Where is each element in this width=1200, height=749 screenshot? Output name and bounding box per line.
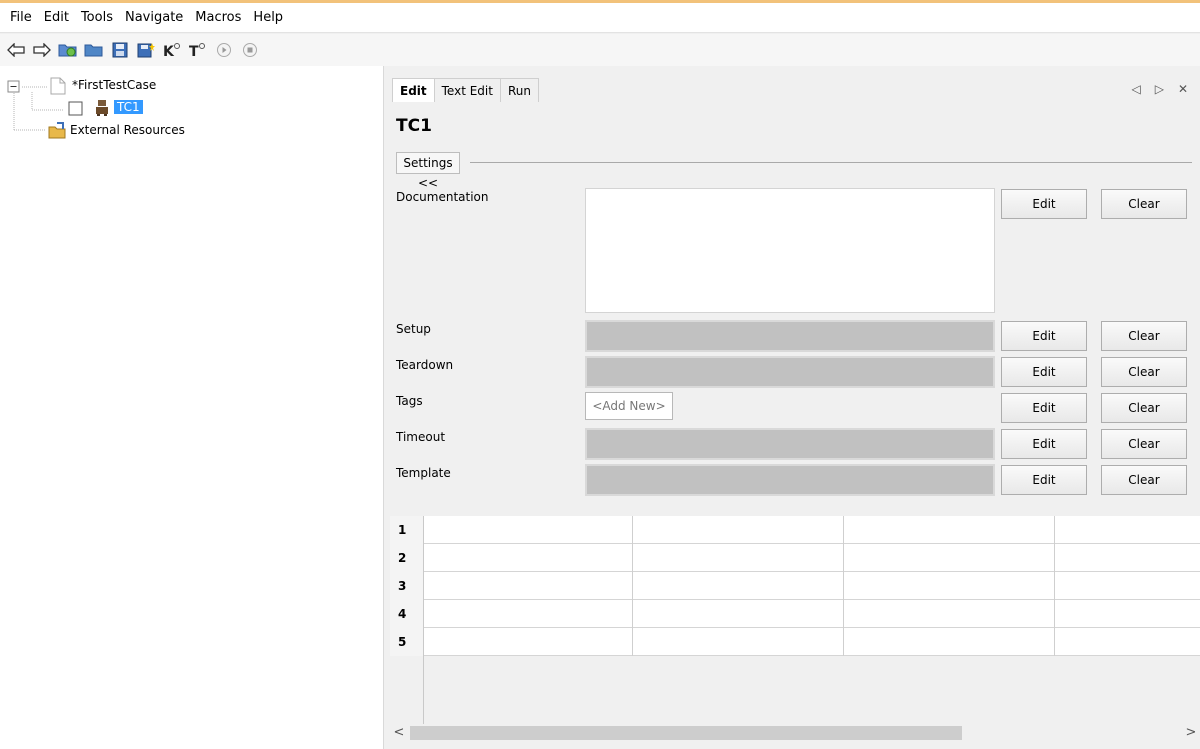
template-label: Template [396,466,451,480]
tags-edit-button[interactable]: Edit [1001,393,1087,423]
row-header[interactable]: 4 [390,600,424,628]
documentation-label: Documentation [396,190,489,204]
setup-field[interactable] [585,320,995,352]
menu-macros[interactable]: Macros [189,3,247,33]
external-resources-icon [48,121,66,142]
collapse-icon[interactable] [7,80,21,97]
menu-navigate[interactable]: Navigate [119,3,189,33]
horizontal-scrollbar[interactable]: < > [390,724,1200,742]
teardown-clear-button[interactable]: Clear [1101,357,1187,387]
menu-tools[interactable]: Tools [75,3,119,33]
tags-clear-button[interactable]: Clear [1101,393,1187,423]
file-icon [50,77,66,98]
tab-bar: Edit Text Edit Run [392,78,539,102]
editor-panel: Edit Text Edit Run ◁ ▷ ✕ TC1 Settings <<… [388,66,1200,749]
menu-file[interactable]: File [4,3,38,33]
template-clear-button[interactable]: Clear [1101,465,1187,495]
step-grid[interactable]: 1 2 3 4 5 [390,516,1200,726]
row-header[interactable]: 5 [390,628,424,656]
open-folder-icon[interactable] [84,40,104,60]
test-case-title: TC1 [396,116,432,136]
grid-column-divider [1054,516,1055,656]
teardown-field[interactable] [585,356,995,388]
grid-row[interactable]: 4 [390,600,1200,628]
tab-next-icon[interactable]: ▷ [1155,82,1164,96]
svg-text:T: T [189,44,199,59]
forward-arrow-icon[interactable] [32,40,52,60]
tab-edit[interactable]: Edit [392,78,435,102]
setup-clear-button[interactable]: Clear [1101,321,1187,351]
row-header-gutter [390,656,424,726]
tree-item-external-resources[interactable]: External Resources [70,123,185,137]
scroll-right-arrow[interactable]: > [1182,724,1200,742]
toolbar: K T [0,34,1200,66]
timeout-field[interactable] [585,428,995,460]
menu-help[interactable]: Help [247,3,289,33]
teardown-label: Teardown [396,358,454,372]
teardown-edit-button[interactable]: Edit [1001,357,1087,387]
grid-row[interactable]: 5 [390,628,1200,656]
row-header[interactable]: 2 [390,544,424,572]
save-icon[interactable] [110,40,130,60]
stop-icon[interactable] [240,40,260,60]
tab-text-edit[interactable]: Text Edit [433,78,501,102]
grid-row[interactable]: 3 [390,572,1200,600]
grid-column-divider [843,516,844,656]
scroll-left-arrow[interactable]: < [390,724,408,742]
tags-label: Tags [396,394,423,408]
template-edit-button[interactable]: Edit [1001,465,1087,495]
timeout-clear-button[interactable]: Clear [1101,429,1187,459]
test-search-icon[interactable]: T [188,40,208,60]
documentation-edit-button[interactable]: Edit [1001,189,1087,219]
row-header[interactable]: 1 [390,516,424,544]
run-icon[interactable] [214,40,234,60]
row-header[interactable]: 3 [390,572,424,600]
documentation-clear-button[interactable]: Clear [1101,189,1187,219]
tree-panel: *FirstTestCase TC1 External Resources [0,66,384,749]
grid-row[interactable]: 1 [390,516,1200,544]
setup-edit-button[interactable]: Edit [1001,321,1087,351]
timeout-label: Timeout [396,430,446,444]
tab-run[interactable]: Run [499,78,539,102]
grid-column-divider [632,516,633,656]
template-field[interactable] [585,464,995,496]
tab-close-icon[interactable]: ✕ [1178,82,1188,96]
grid-row[interactable]: 2 [390,544,1200,572]
settings-toggle-button[interactable]: Settings << [396,152,460,190]
menu-bar: File Edit Tools Navigate Macros Help [0,3,1200,33]
menu-edit[interactable]: Edit [38,3,75,33]
svg-text:K: K [163,44,175,59]
tree-item-firsttestcase[interactable]: *FirstTestCase [72,78,156,92]
keyword-search-icon[interactable]: K [162,40,182,60]
save-all-icon[interactable] [136,40,156,60]
tab-controls: ◁ ▷ ✕ [1131,82,1188,96]
back-arrow-icon[interactable] [6,40,26,60]
documentation-field[interactable] [585,188,995,313]
checkbox[interactable] [68,101,84,120]
tags-add-new-input[interactable]: <Add New> [585,392,673,420]
robot-icon [94,99,110,120]
open-folder-refresh-icon[interactable] [58,40,78,60]
tree-item-tc1[interactable]: TC1 [114,100,143,114]
timeout-edit-button[interactable]: Edit [1001,429,1087,459]
tab-prev-icon[interactable]: ◁ [1131,82,1140,96]
scroll-thumb[interactable] [410,726,962,740]
settings-divider [470,162,1192,163]
setup-label: Setup [396,322,431,336]
